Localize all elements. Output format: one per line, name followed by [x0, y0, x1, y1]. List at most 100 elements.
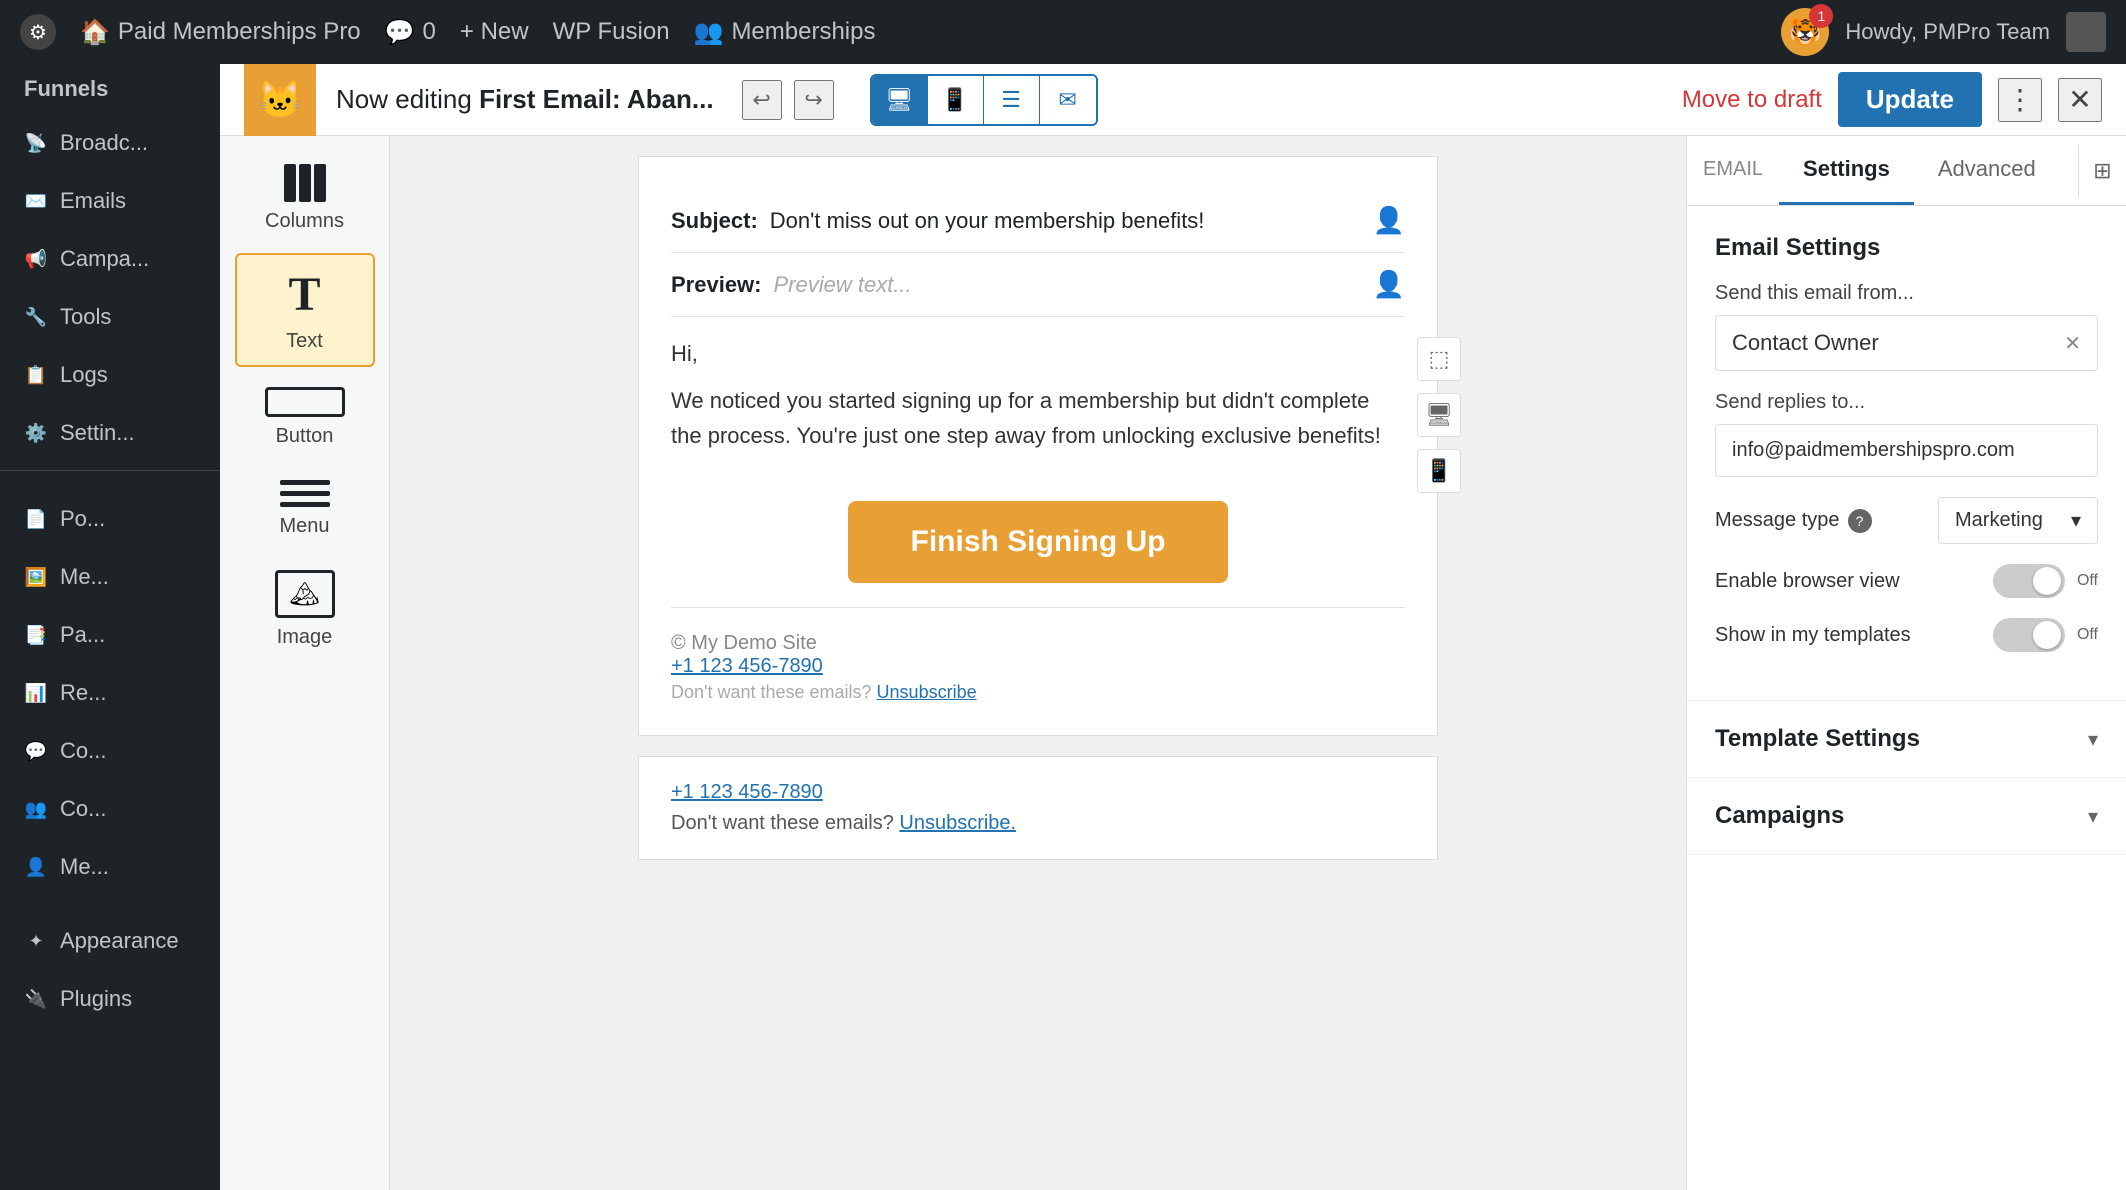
send-replies-input[interactable] [1715, 424, 2098, 477]
preview-label: Preview: [671, 272, 762, 298]
posts-icon: 📄 [24, 509, 48, 530]
desktop-action-icon[interactable]: 🖥 [1417, 393, 1461, 437]
menu-label: Menu [279, 515, 329, 538]
site-name-link[interactable]: 🏠 Paid Memberships Pro [80, 18, 361, 47]
enable-browser-row: Enable browser view Off [1715, 564, 2098, 598]
campaigns-chevron-icon: ▾ [2088, 804, 2098, 829]
sidebar-item-media[interactable]: 🖼️ Me... [0, 548, 220, 606]
memberships-link[interactable]: 👥 Memberships [694, 18, 876, 47]
footer-unsubscribe-link-2[interactable]: Unsubscribe. [899, 812, 1016, 834]
site-name-text: Paid Memberships Pro [118, 18, 361, 46]
message-type-dropdown[interactable]: Marketing ▾ [1938, 497, 2098, 544]
show-templates-toggle-label: Off [2077, 626, 2098, 644]
tab-settings[interactable]: Settings [1779, 136, 1914, 205]
send-from-input[interactable]: Contact Owner ✕ [1715, 315, 2098, 371]
update-button[interactable]: Update [1838, 72, 1982, 127]
text-view-button[interactable]: ☰ [984, 76, 1040, 124]
footer-unsubscribe-link[interactable]: Unsubscribe [877, 682, 977, 702]
email-settings-section: Email Settings Send this email from... C… [1687, 206, 2126, 701]
contacts-icon: 💬 [24, 741, 48, 762]
footer-unsubscribe-text: Don't want these emails? Unsubscribe [671, 682, 1405, 703]
undo-button[interactable]: ↩ [742, 80, 782, 120]
block-columns[interactable]: Columns [235, 152, 375, 245]
plugins-icon: 🔌 [24, 989, 48, 1010]
block-button[interactable]: Button [235, 375, 375, 460]
logs-label: Logs [60, 362, 108, 388]
sidebar-item-settings[interactable]: ⚙️ Settin... [0, 404, 220, 462]
sidebar-item-contacts2[interactable]: 👥 Co... [0, 780, 220, 838]
pages-label: Pa... [60, 622, 105, 648]
send-replies-field: Send replies to... [1715, 391, 2098, 477]
new-link[interactable]: + New [460, 18, 529, 46]
preview-placeholder[interactable]: Preview text... [774, 272, 1361, 298]
more-options-button[interactable]: ⋮ [1998, 78, 2042, 122]
sidebar-item-appearance[interactable]: ✦ Appearance [0, 912, 220, 970]
contacts2-icon: 👥 [24, 799, 48, 820]
selection-action-icon[interactable]: ⬚ [1417, 337, 1461, 381]
sidebar-item-plugins[interactable]: 🔌 Plugins [0, 970, 220, 1028]
reports-label: Re... [60, 680, 106, 706]
new-label-text: + New [460, 18, 529, 46]
move-to-draft-button[interactable]: Move to draft [1682, 86, 1822, 114]
tab-email[interactable]: EMAIL [1687, 138, 1779, 204]
close-button[interactable]: ✕ [2058, 78, 2102, 122]
columns-label: Columns [265, 210, 344, 233]
subject-person-icon: 👤 [1373, 205, 1405, 236]
block-menu[interactable]: Menu [235, 468, 375, 550]
sidebar-item-pages[interactable]: 📑 Pa... [0, 606, 220, 664]
mobile-view-button[interactable]: 📱 [928, 76, 984, 124]
message-type-label: Message type [1715, 509, 1840, 532]
send-from-clear-icon[interactable]: ✕ [2064, 331, 2081, 356]
wp-fusion-link[interactable]: WP Fusion [553, 18, 670, 46]
redo-button[interactable]: ↪ [794, 80, 834, 120]
mobile-action-icon[interactable]: 📱 [1417, 449, 1461, 493]
sidebar-item-contacts[interactable]: 💬 Co... [0, 722, 220, 780]
tab-grid-icon[interactable]: ⊞ [2078, 145, 2126, 197]
subject-row: Subject: Don't miss out on your membersh… [671, 189, 1405, 253]
campaigns-accordion[interactable]: Campaigns ▾ [1687, 778, 2126, 855]
sidebar-item-tools[interactable]: 🔧 Tools [0, 288, 220, 346]
plugins-label: Plugins [60, 986, 132, 1012]
sidebar-item-members[interactable]: 👤 Me... [0, 838, 220, 896]
editor-title: Now editing First Email: Aban... [336, 84, 714, 115]
finish-signing-up-button[interactable]: Finish Signing Up [848, 501, 1228, 583]
sidebar-item-campaigns[interactable]: 📢 Campa... [0, 230, 220, 288]
email-settings-title: Email Settings [1715, 234, 2098, 262]
subject-value[interactable]: Don't miss out on your membership benefi… [770, 208, 1361, 234]
template-settings-accordion[interactable]: Template Settings ▾ [1687, 701, 2126, 778]
block-text[interactable]: T Text [235, 253, 375, 367]
block-image[interactable]: 🏔 Image [235, 558, 375, 661]
message-type-help-icon[interactable]: ? [1848, 509, 1872, 533]
wp-logo-icon[interactable]: ⚙ [20, 14, 56, 50]
sidebar-item-posts[interactable]: 📄 Po... [0, 490, 220, 548]
site-icon: 🏠 [80, 18, 110, 47]
appearance-label: Appearance [60, 928, 179, 954]
action-icons: ⬚ 🖥 📱 [1417, 337, 1461, 493]
comments-link[interactable]: 💬 0 [385, 18, 436, 47]
sidebar-item-emails[interactable]: ✉️ Emails [0, 172, 220, 230]
email-footer: © My Demo Site +1 123 456-7890 Don't wan… [671, 607, 1405, 703]
show-templates-toggle[interactable] [1993, 618, 2065, 652]
howdy-text: Howdy, PMPro Team [1845, 19, 2050, 45]
sidebar-item-broadcasts[interactable]: 📡 Broadc... [0, 114, 220, 172]
desktop-view-button[interactable]: 🖥 [872, 76, 928, 124]
tab-advanced[interactable]: Advanced [1914, 136, 2060, 205]
editor-container: 🐱 Now editing First Email: Aban... ↩ ↪ 🖥… [220, 64, 2126, 1190]
email-canvas[interactable]: Subject: Don't miss out on your membersh… [390, 136, 1686, 1190]
text-block-icon: T [288, 267, 320, 322]
sidebar-item-logs[interactable]: 📋 Logs [0, 346, 220, 404]
image-block-icon: 🏔 [275, 570, 335, 618]
editor-nav-icons: ↩ ↪ [742, 80, 834, 120]
send-replies-label: Send replies to... [1715, 391, 2098, 414]
email-view-button[interactable]: ✉ [1040, 76, 1096, 124]
footer-phone-link[interactable]: +1 123 456-7890 [671, 655, 823, 677]
template-settings-title: Template Settings [1715, 725, 1920, 753]
members-label: Me... [60, 854, 109, 880]
sidebar-item-reports[interactable]: 📊 Re... [0, 664, 220, 722]
emails-label: Emails [60, 188, 126, 214]
campaigns-icon: 📢 [24, 249, 48, 270]
footer-phone-2-link[interactable]: +1 123 456-7890 [671, 781, 823, 803]
admin-bar-right: 🐯 1 Howdy, PMPro Team [1781, 8, 2106, 56]
memberships-text: Memberships [731, 18, 875, 46]
enable-browser-toggle[interactable] [1993, 564, 2065, 598]
